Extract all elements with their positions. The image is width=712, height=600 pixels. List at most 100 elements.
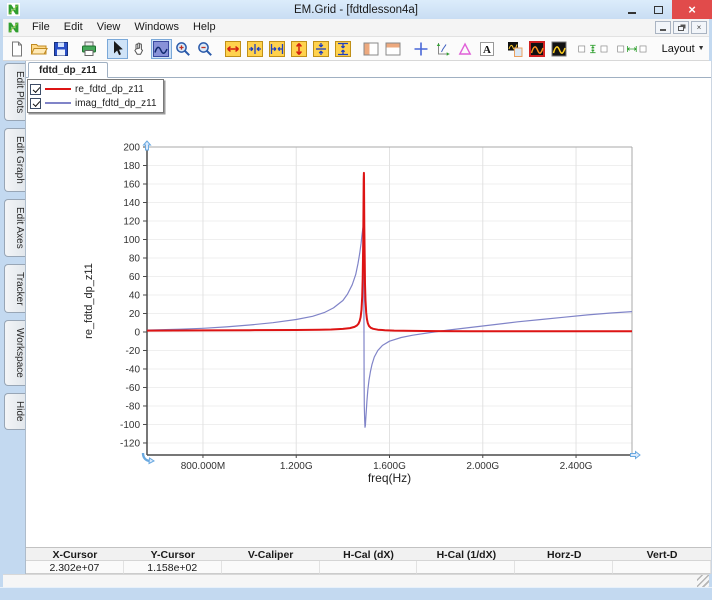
svg-text:-20: -20 xyxy=(126,346,141,357)
svg-text:120: 120 xyxy=(123,216,140,227)
zoom-in-button[interactable] xyxy=(173,39,194,59)
svg-text:180: 180 xyxy=(123,161,140,172)
mdi-restore-button[interactable] xyxy=(673,21,689,34)
cursor-value-y-cursor: 1.158e+02 xyxy=(124,561,222,574)
svg-text:A: A xyxy=(483,44,491,56)
h-caliper-toggle-button[interactable] xyxy=(616,39,648,59)
menu-help[interactable]: Help xyxy=(186,20,223,35)
scale-y-full-button[interactable] xyxy=(289,39,310,59)
sidebar-tab-workspace[interactable]: Workspace xyxy=(4,320,25,386)
app-logo-icon xyxy=(7,3,20,16)
svg-text:140: 140 xyxy=(123,198,140,209)
text-annotation-button[interactable]: A xyxy=(477,39,498,59)
cursor-col-vert-d: Vert-D xyxy=(613,548,711,561)
mdi-close-button[interactable]: × xyxy=(691,21,707,34)
copy-plot-button[interactable] xyxy=(505,39,526,59)
v-caliper-toggle-button[interactable] xyxy=(577,39,609,59)
layout-dropdown-button[interactable]: Layout▼ xyxy=(655,39,709,59)
minimize-button[interactable] xyxy=(618,0,645,19)
svg-text:200: 200 xyxy=(123,143,140,154)
legend-item: re_fdtd_dp_z11 xyxy=(30,82,157,96)
cursor-value-v-caliper xyxy=(222,561,320,574)
layout-label: Layout xyxy=(662,43,695,55)
cursor-col-x-cursor: X-Cursor xyxy=(26,548,124,561)
axes-tool-button[interactable] xyxy=(433,39,454,59)
zoom-out-button[interactable] xyxy=(195,39,216,59)
cursor-col-horz-d: Horz-D xyxy=(515,548,613,561)
svg-text:0: 0 xyxy=(134,327,140,338)
svg-text:160: 160 xyxy=(123,179,140,190)
plot-canvas[interactable]: re_fdtd_dp_z11imag_fdtd_dp_z11 200180160… xyxy=(26,78,711,547)
legend-line-sample xyxy=(45,88,71,90)
sidebar-tab-strip: Edit Plots Edit Graph Edit Axes Tracker Work… xyxy=(0,61,25,574)
save-button[interactable] xyxy=(51,39,72,59)
sidebar-tab-edit-graph[interactable]: Edit Graph xyxy=(4,128,25,192)
app-logo-icon-small xyxy=(7,21,20,34)
sidebar-tab-tracker[interactable]: Tracker xyxy=(4,264,25,314)
window-title: EM.Grid - [fdtdlesson4a] xyxy=(0,4,712,16)
legend-label: re_fdtd_dp_z11 xyxy=(75,84,144,95)
cursor-value-h-cal-1-dx- xyxy=(417,561,515,574)
legend-item: imag_fdtd_dp_z11 xyxy=(30,96,157,110)
pan-hand-button[interactable] xyxy=(129,39,150,59)
svg-text:1.200G: 1.200G xyxy=(280,461,313,472)
add-marker-button[interactable] xyxy=(411,39,432,59)
svg-text:freq(Hz): freq(Hz) xyxy=(368,471,411,485)
cursor-value-vert-d xyxy=(613,561,711,574)
svg-text:-80: -80 xyxy=(126,401,141,412)
open-file-button[interactable] xyxy=(29,39,50,59)
status-bar xyxy=(3,574,709,587)
scale-y-compress-button[interactable] xyxy=(333,39,354,59)
maximize-button[interactable] xyxy=(645,0,672,19)
legend-line-sample xyxy=(45,102,71,103)
menu-windows[interactable]: Windows xyxy=(127,20,186,35)
chart[interactable]: 200180160140120100806040200-20-40-60-80-… xyxy=(26,78,711,547)
cursor-col-h-cal-dx-: H-Cal (dX) xyxy=(320,548,418,561)
split-horizontal-button[interactable] xyxy=(383,39,404,59)
close-button[interactable]: × xyxy=(672,0,712,19)
svg-text:-100: -100 xyxy=(120,420,140,431)
menu-file[interactable]: File xyxy=(25,20,57,35)
sidebar-tab-hide[interactable]: Hide xyxy=(4,393,25,430)
legend-label: imag_fdtd_dp_z11 xyxy=(75,98,157,109)
print-button[interactable] xyxy=(79,39,100,59)
svg-text:60: 60 xyxy=(129,272,141,283)
svg-text:800.000M: 800.000M xyxy=(181,461,225,472)
sidebar-tab-edit-plots[interactable]: Edit Plots xyxy=(4,63,25,121)
sidebar-tab-edit-axes[interactable]: Edit Axes xyxy=(4,199,25,257)
plot-legend: re_fdtd_dp_z11 imag_fdtd_dp_z11 xyxy=(27,79,164,113)
svg-text:40: 40 xyxy=(129,290,141,301)
scale-x-compress-button[interactable] xyxy=(267,39,288,59)
mdi-minimize-button[interactable] xyxy=(655,21,671,34)
plot-style-button[interactable] xyxy=(549,39,570,59)
app-window: EM.Grid - [fdtdlesson4a] × FileEditViewW… xyxy=(0,0,712,600)
tab-fdtd-dp-z11[interactable]: fdtd_dp_z11 xyxy=(28,62,108,78)
cursor-readout-table: X-CursorY-CursorV-CaliperH-Cal (dX)H-Cal… xyxy=(26,547,711,574)
cursor-col-v-caliper: V-Caliper xyxy=(222,548,320,561)
plot-style-selected-button[interactable] xyxy=(527,39,548,59)
document-tab-row: fdtd_dp_z11 xyxy=(26,61,711,78)
scale-x-expand-button[interactable] xyxy=(245,39,266,59)
scale-y-expand-button[interactable] xyxy=(311,39,332,59)
svg-text:2.400G: 2.400G xyxy=(560,461,593,472)
menu-edit[interactable]: Edit xyxy=(57,20,90,35)
svg-text:100: 100 xyxy=(123,235,140,246)
menu-view[interactable]: View xyxy=(90,20,128,35)
navigate-plot-button[interactable] xyxy=(151,39,172,59)
split-vertical-button[interactable] xyxy=(361,39,382,59)
scale-x-full-button[interactable] xyxy=(223,39,244,59)
cursor-value-horz-d xyxy=(515,561,613,574)
select-arrow-button[interactable] xyxy=(107,39,128,59)
svg-text:-120: -120 xyxy=(120,438,140,449)
resize-grip[interactable] xyxy=(697,575,709,587)
toolbar: A Layout▼ xyxy=(3,37,709,61)
svg-text:-60: -60 xyxy=(126,383,141,394)
document-area: fdtd_dp_z11 re_fdtd_dp_z11 imag_fdtd_dp_z… xyxy=(25,61,712,574)
legend-checkbox-imag-fdtd-dp-z11[interactable] xyxy=(30,98,41,109)
legend-checkbox-re-fdtd-dp-z11[interactable] xyxy=(30,84,41,95)
delta-marker-button[interactable] xyxy=(455,39,476,59)
title-bar: EM.Grid - [fdtdlesson4a] × xyxy=(0,0,712,19)
cursor-col-y-cursor: Y-Cursor xyxy=(124,548,222,561)
new-document-button[interactable] xyxy=(7,39,28,59)
cursor-col-h-cal-1-dx-: H-Cal (1/dX) xyxy=(417,548,515,561)
